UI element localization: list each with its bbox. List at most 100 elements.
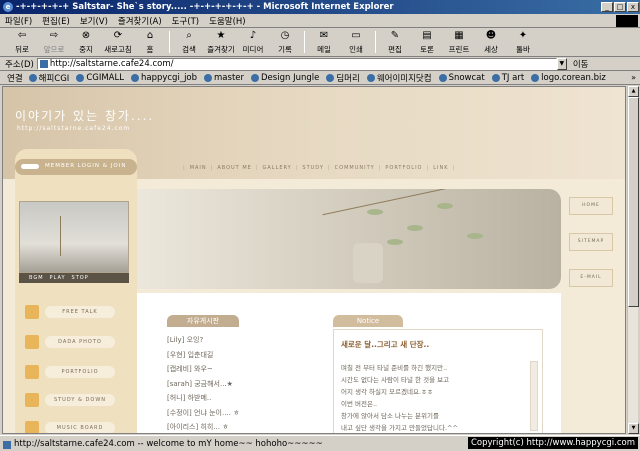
menu-tools[interactable]: 도구(T): [167, 15, 204, 27]
notice-tab[interactable]: Notice: [333, 315, 403, 327]
nav-separator: |: [327, 165, 331, 171]
nav-about[interactable]: ABOUT ME: [217, 165, 251, 171]
link-item[interactable]: logo.corean.biz: [531, 73, 606, 83]
toolbar-separator: [375, 31, 376, 53]
nav-main[interactable]: MAIN: [190, 165, 207, 171]
nav-separator: |: [378, 165, 382, 171]
history-button[interactable]: ◷ 기록: [269, 28, 301, 56]
menu-view[interactable]: 보기(V): [75, 15, 113, 27]
link-item[interactable]: Design Jungle: [251, 73, 319, 83]
link-item[interactable]: 웨어이미지닷컴: [366, 72, 432, 84]
address-url: http://saltstarne.cafe24.com/: [49, 58, 174, 69]
ie-link-icon: [76, 73, 85, 82]
notice-line: 시간도 없다는 사람이 타널 한 것을 보고: [341, 376, 450, 384]
side-menu-study-down[interactable]: STUDY & DOWN: [25, 391, 115, 409]
favorites-button[interactable]: ★ 즐겨찾기: [205, 28, 237, 56]
window-title-bar[interactable]: e -+-+-+-+-+ Saltstar- She`s story..... …: [0, 0, 640, 14]
right-tab-email[interactable]: E-MAIL: [569, 269, 613, 287]
go-button[interactable]: 이동: [573, 58, 589, 70]
media-button[interactable]: ♪ 미디어: [237, 28, 269, 56]
ie-link-icon: [438, 73, 447, 82]
board-row[interactable]: [아이리스] 히히... ㅎ: [167, 420, 277, 433]
refresh-button[interactable]: ⟳ 새로고침: [102, 28, 134, 56]
home-button[interactable]: ⌂ 홈: [134, 28, 166, 56]
nav-gallery[interactable]: GALLERY: [263, 165, 292, 171]
messenger-button[interactable]: ☻ 세상: [475, 28, 507, 56]
print-button[interactable]: ▭ 인쇄: [340, 28, 372, 56]
right-tab-sitemap[interactable]: SITEMAP: [569, 233, 613, 251]
link-item[interactable]: happycgi_job: [130, 73, 197, 83]
links-more-button[interactable]: »: [631, 73, 640, 82]
search-button[interactable]: ⌕ 검색: [173, 28, 205, 56]
close-button[interactable]: x: [627, 2, 639, 12]
menu-edit[interactable]: 편집(E): [37, 15, 75, 27]
edit-button[interactable]: ✎ 편집: [379, 28, 411, 56]
stop-button[interactable]: ⊗ 중지: [70, 28, 102, 56]
back-button[interactable]: ⇦ 뒤로: [6, 28, 38, 56]
leaf-shape: [367, 209, 383, 215]
board-title-tab[interactable]: 자유게시판: [167, 315, 239, 327]
discuss-icon: ▤: [422, 30, 432, 41]
minimize-button[interactable]: _: [601, 2, 613, 12]
nav-community[interactable]: COMMUNITY: [335, 165, 375, 171]
scroll-thumb[interactable]: [628, 97, 639, 307]
board-row[interactable]: [수정이] 언냐 눈이.... ㅎ: [167, 406, 277, 421]
notice-body: 며칠 전 부터 타널 준비를 하긴 했지만.. 시간도 없다는 사람이 타널 한…: [341, 362, 491, 433]
board-row[interactable]: [sarah] 궁금해서...★: [167, 377, 277, 392]
link-item[interactable]: TJ art: [491, 73, 524, 83]
lightbulb-icon: ✦: [518, 30, 528, 41]
link-item[interactable]: master: [204, 73, 244, 83]
board-row[interactable]: [허니] 하받메..: [167, 391, 277, 406]
ie-link-icon: [28, 73, 37, 82]
page-scrollbar[interactable]: ▲ ▼: [627, 86, 639, 434]
photo-icon: [25, 335, 39, 349]
vase-illustration: [353, 243, 383, 283]
side-menu-free-talk[interactable]: FREE TALK: [25, 303, 115, 321]
site-url: http://saltstarne.cafe24.com: [17, 125, 131, 132]
nav-portfolio[interactable]: PORTFOLIO: [385, 165, 422, 171]
mail-button[interactable]: ✉ 메일: [308, 28, 340, 56]
side-menu-music-board[interactable]: MUSIC BOARD: [25, 419, 115, 433]
menu-bar: 파일(F) 편집(E) 보기(V) 즐겨찾기(A) 도구(T) 도움말(H): [0, 14, 640, 28]
notice-line: 이번 버전은..: [341, 400, 378, 408]
link-item[interactable]: 해피CGI: [28, 72, 69, 84]
board-row[interactable]: [Lily] 오잉?: [167, 333, 277, 348]
link-item[interactable]: Snowcat: [438, 73, 485, 83]
member-login-button[interactable]: MEMBER LOGIN & JOIN: [15, 159, 137, 175]
discuss-button[interactable]: ▤ 토론: [411, 28, 443, 56]
window-title: -+-+-+-+-+ Saltstar- She`s story..... -+…: [16, 2, 394, 12]
history-icon: ◷: [280, 30, 290, 41]
address-dropdown-button[interactable]: ▼: [556, 57, 567, 70]
leaf-shape: [387, 239, 403, 245]
ie-link-icon: [130, 73, 139, 82]
maximize-button[interactable]: □: [614, 2, 626, 12]
link-item[interactable]: CGIMALL: [76, 73, 124, 83]
side-menu-dada-photo[interactable]: DADA PHOTO: [25, 333, 115, 351]
nav-study[interactable]: STUDY: [302, 165, 324, 171]
menu-help[interactable]: 도움말(H): [204, 15, 250, 27]
plant-illustration: [60, 216, 90, 256]
play-button[interactable]: PLAY: [50, 275, 66, 281]
printer-icon: ▭: [351, 30, 361, 41]
scroll-up-arrow[interactable]: ▲: [628, 86, 639, 97]
free-talk-icon: [25, 305, 39, 319]
link-item[interactable]: 딤머리: [326, 72, 360, 84]
print2-button[interactable]: ▦ 프린트: [443, 28, 475, 56]
stop-button[interactable]: STOP: [72, 275, 89, 281]
bgm-player: BGM PLAY STOP: [19, 273, 129, 283]
page-icon: [39, 59, 48, 68]
menu-favorites[interactable]: 즐겨찾기(A): [113, 15, 167, 27]
tools-button[interactable]: ✦ 툴바: [507, 28, 539, 56]
right-tab-home[interactable]: HOME: [569, 197, 613, 215]
back-arrow-icon: ⇦: [17, 30, 27, 41]
address-input[interactable]: http://saltstarne.cafe24.com/: [36, 57, 557, 70]
notice-scrollbar[interactable]: [530, 361, 538, 431]
forward-button[interactable]: ⇨ 앞으로: [38, 28, 70, 56]
scroll-down-arrow[interactable]: ▼: [628, 423, 639, 434]
board-row[interactable]: [우현] 입춘대길: [167, 348, 277, 363]
nav-link[interactable]: LINK: [433, 165, 448, 171]
menu-file[interactable]: 파일(F): [0, 15, 37, 27]
side-menu-portfolio[interactable]: PORTFOLIO: [25, 363, 115, 381]
board-row[interactable]: [캡레비] 와우~: [167, 362, 277, 377]
status-bar: http://saltstarne.cafe24.com -- welcome …: [0, 435, 640, 451]
